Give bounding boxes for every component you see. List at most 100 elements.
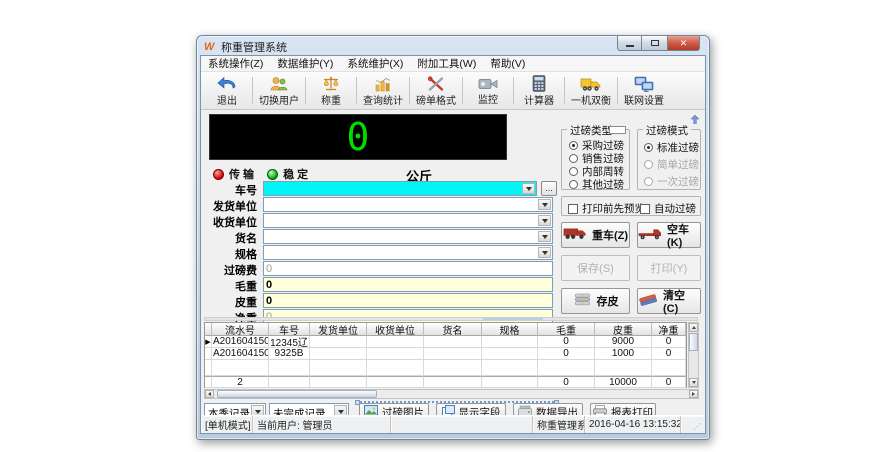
scroll-right-button[interactable] bbox=[689, 390, 698, 398]
store-tare-button[interactable]: 存皮 bbox=[561, 288, 630, 314]
checkbox-icon bbox=[568, 203, 578, 214]
maximize-button[interactable] bbox=[642, 36, 667, 51]
goods-combobox[interactable] bbox=[263, 229, 553, 244]
fee-input[interactable]: 0 bbox=[263, 261, 553, 276]
col-tare[interactable]: 皮重 bbox=[595, 323, 652, 336]
show-fields-button[interactable]: 显示字段 bbox=[436, 403, 506, 415]
status-dropdown-button[interactable] bbox=[334, 405, 347, 415]
radio-icon bbox=[644, 177, 653, 186]
tare-weight-input[interactable]: 0 bbox=[263, 293, 553, 308]
menu-help[interactable]: 帮助(V) bbox=[483, 55, 532, 72]
period-dropdown-button[interactable] bbox=[251, 405, 264, 415]
cell-serial[interactable]: A201604150007 bbox=[212, 336, 269, 348]
summary-cell bbox=[269, 376, 310, 388]
auto-weigh-checkbox[interactable]: 自动过磅 bbox=[640, 201, 696, 216]
receiver-dropdown-button[interactable] bbox=[538, 215, 551, 226]
col-receiver[interactable]: 收货单位 bbox=[367, 323, 424, 336]
ticket-format-button[interactable]: 磅单格式 bbox=[411, 73, 461, 108]
transmit-led-icon bbox=[213, 168, 224, 180]
cell-gross[interactable]: 0 bbox=[538, 336, 595, 348]
app-window: W 称重管理系统 ✕ 系统操作(Z) 数据维护(Y) 系统维护(X) 附加工具(… bbox=[196, 35, 710, 440]
network-settings-button[interactable]: 联网设置 bbox=[619, 73, 669, 108]
cell-net[interactable]: 0 bbox=[652, 348, 686, 360]
vehicle-combobox[interactable] bbox=[263, 181, 537, 196]
cell-vehicle[interactable]: 12345辽 bbox=[269, 336, 310, 348]
col-sender[interactable]: 发货单位 bbox=[310, 323, 367, 336]
gross-weight-input[interactable]: 0 bbox=[263, 277, 553, 292]
cell-serial[interactable]: A201604150004 bbox=[212, 348, 269, 360]
cell-net[interactable]: 0 bbox=[652, 336, 686, 348]
report-print-button[interactable]: 报表打印 bbox=[590, 403, 656, 415]
cell-tare[interactable]: 9000 bbox=[595, 336, 652, 348]
weigh-button[interactable]: 称重 bbox=[307, 73, 355, 108]
col-goods[interactable]: 货名 bbox=[424, 323, 482, 336]
cell-sender[interactable] bbox=[310, 336, 367, 348]
menu-extra-tools[interactable]: 附加工具(W) bbox=[410, 55, 483, 72]
switch-user-button[interactable]: 切换用户 bbox=[254, 73, 304, 108]
preview-before-print-checkbox[interactable]: 打印前先预览 bbox=[568, 201, 645, 216]
scroll-left-button[interactable] bbox=[205, 390, 214, 398]
spec-dropdown-button[interactable] bbox=[538, 247, 551, 258]
menu-data-maintenance[interactable]: 数据维护(Y) bbox=[270, 55, 340, 72]
col-serial[interactable]: 流水号 bbox=[212, 323, 269, 336]
cell-goods[interactable] bbox=[424, 348, 482, 360]
col-net[interactable]: 净重 bbox=[652, 323, 686, 336]
menu-system-maintenance[interactable]: 系统维护(X) bbox=[340, 55, 410, 72]
scroll-up-button[interactable] bbox=[689, 323, 698, 332]
cell-receiver[interactable] bbox=[367, 336, 424, 348]
cell-gross[interactable]: 0 bbox=[538, 348, 595, 360]
col-vehicle[interactable]: 车号 bbox=[269, 323, 310, 336]
heavy-truck-button[interactable]: 重车(Z) bbox=[561, 222, 630, 248]
dual-scale-button[interactable]: 一机双衡 bbox=[566, 73, 616, 108]
empty-truck-button[interactable]: 空车(K) bbox=[637, 222, 701, 249]
empty-cell bbox=[595, 360, 652, 376]
table-vertical-scrollbar[interactable] bbox=[688, 322, 699, 388]
scrollbar-thumb[interactable] bbox=[689, 333, 698, 351]
exit-button[interactable]: 退出 bbox=[203, 73, 251, 108]
scrollbar-thumb[interactable] bbox=[483, 318, 543, 320]
menu-system-operation[interactable]: 系统操作(Z) bbox=[201, 55, 270, 72]
col-spec[interactable]: 规格 bbox=[482, 323, 538, 336]
receiver-combobox[interactable] bbox=[263, 213, 553, 228]
sender-dropdown-button[interactable] bbox=[538, 199, 551, 210]
cell-spec[interactable] bbox=[482, 348, 538, 360]
vehicle-more-button[interactable]: ... bbox=[541, 181, 557, 196]
scroll-up-icon[interactable] bbox=[690, 111, 700, 129]
cell-spec[interactable] bbox=[482, 336, 538, 348]
status-filter-combobox[interactable]: 未完成记录 bbox=[269, 403, 349, 415]
table-horizontal-scrollbar[interactable] bbox=[204, 389, 699, 399]
scroll-down-button[interactable] bbox=[689, 378, 698, 387]
sender-combobox[interactable] bbox=[263, 197, 553, 212]
records-table[interactable]: 流水号 车号 发货单位 收货单位 货名 规格 毛重 皮重 净重 ▶ A20160… bbox=[204, 322, 687, 388]
data-export-button[interactable]: 数据导出 bbox=[513, 403, 583, 415]
summary-cell bbox=[367, 376, 424, 388]
vehicle-dropdown-button[interactable] bbox=[522, 183, 535, 194]
spec-combobox[interactable] bbox=[263, 245, 553, 260]
radio-standard[interactable]: 标准过磅 bbox=[644, 140, 699, 155]
cell-receiver[interactable] bbox=[367, 348, 424, 360]
minimize-button[interactable] bbox=[617, 36, 642, 51]
summary-cell bbox=[482, 376, 538, 388]
cell-goods[interactable] bbox=[424, 336, 482, 348]
query-statistics-button[interactable]: 查询统计 bbox=[358, 73, 408, 108]
weighing-photo-button[interactable]: 过磅图片 bbox=[359, 403, 429, 415]
titlebar[interactable]: W 称重管理系统 ✕ bbox=[197, 36, 709, 55]
period-filter-combobox[interactable]: 本季记录 bbox=[204, 403, 266, 415]
clear-button[interactable]: 清空(C) bbox=[637, 288, 701, 315]
weighing-type-mini-button[interactable] bbox=[609, 126, 626, 134]
radio-other[interactable]: 其他过磅 bbox=[569, 177, 624, 192]
scrollbar-thumb[interactable] bbox=[217, 390, 377, 398]
cell-tare[interactable]: 1000 bbox=[595, 348, 652, 360]
cell-vehicle[interactable]: 9325B bbox=[269, 348, 310, 360]
monitor-button[interactable]: 监控 bbox=[464, 73, 512, 108]
gross-weight-label: 毛重 bbox=[235, 281, 257, 293]
row-indicator: ▶ bbox=[205, 336, 212, 348]
cell-sender[interactable] bbox=[310, 348, 367, 360]
col-gross[interactable]: 毛重 bbox=[538, 323, 595, 336]
calculator-button[interactable]: 计算器 bbox=[515, 73, 563, 108]
resize-grip[interactable]: ⋰ bbox=[681, 416, 705, 433]
goods-dropdown-button[interactable] bbox=[538, 231, 551, 242]
calculator-icon bbox=[532, 75, 546, 92]
table-top-scrollbar[interactable] bbox=[204, 317, 698, 321]
close-button[interactable]: ✕ bbox=[667, 36, 700, 51]
